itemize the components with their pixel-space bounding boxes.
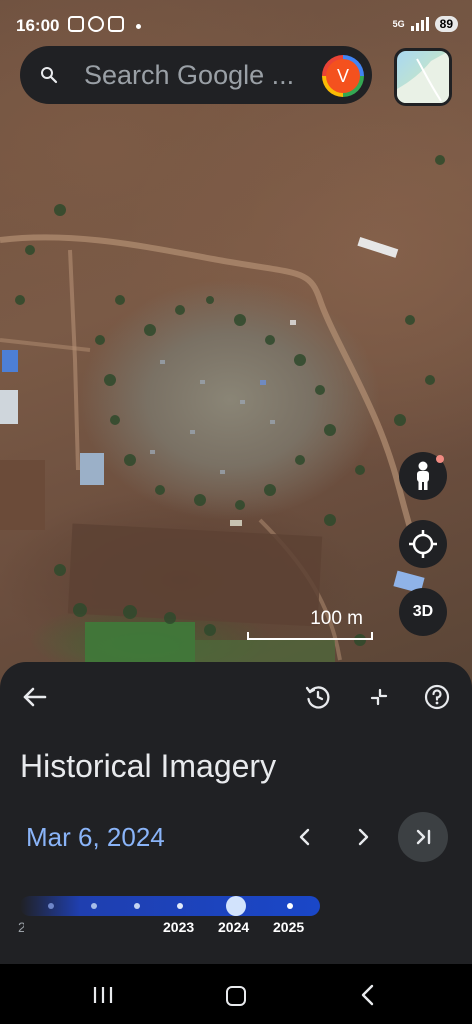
scale-bar — [247, 632, 373, 640]
imagery-date: Mar 6, 2024 — [26, 822, 165, 852]
back-arrow-icon[interactable] — [20, 682, 50, 712]
timeline-slider[interactable] — [20, 896, 320, 916]
notification-dot — [436, 455, 444, 463]
search-icon — [41, 67, 58, 84]
my-location-icon — [409, 530, 437, 558]
instagram-icon — [108, 16, 124, 32]
sheet-title: Historical Imagery — [20, 748, 277, 784]
skip-to-latest-icon — [416, 829, 431, 845]
back-icon[interactable] — [358, 984, 378, 1006]
chevron-right-icon[interactable] — [350, 824, 376, 850]
network-type: 5G — [392, 18, 405, 29]
recents-icon[interactable] — [92, 986, 114, 1004]
signal-icon — [410, 17, 429, 31]
screenshot-icon — [68, 16, 84, 32]
home-icon[interactable] — [226, 986, 246, 1006]
layers-icon — [397, 51, 449, 103]
avatar-letter: V — [326, 59, 360, 93]
timeline-tick — [287, 903, 293, 909]
my-location-button[interactable] — [399, 520, 447, 568]
collapse-icon[interactable] — [366, 684, 392, 710]
year-label-cutoff: 2 — [18, 919, 24, 935]
timeline-tick — [134, 903, 140, 909]
more-notifications-dot — [136, 24, 141, 29]
status-time: 16:00 — [16, 16, 60, 35]
year-label-selected: 2024 — [218, 919, 250, 935]
chevron-left-icon[interactable] — [292, 824, 318, 850]
timeline-knob[interactable] — [226, 896, 246, 916]
year-label: 2023 — [163, 919, 195, 935]
map-scale: 100 m — [247, 608, 373, 640]
notification-icons — [68, 16, 124, 32]
timeline-tick — [48, 903, 54, 909]
street-view-button[interactable] — [399, 452, 447, 500]
account-avatar[interactable]: V — [322, 55, 364, 97]
timeline-tick — [91, 903, 97, 909]
search-bar[interactable]: Search Google ... V — [20, 46, 372, 104]
map-type-button[interactable] — [394, 48, 452, 106]
historical-imagery-sheet: Historical Imagery Mar 6, 2024 2 2023 20… — [0, 662, 472, 964]
help-icon[interactable] — [424, 684, 450, 710]
battery-level: 89 — [434, 16, 458, 32]
pegman-icon — [417, 461, 429, 490]
system-nav-bar — [0, 964, 472, 1024]
search-input[interactable]: Search Google ... — [84, 60, 294, 91]
skip-to-latest-button[interactable] — [398, 812, 448, 862]
history-icon[interactable] — [305, 684, 331, 710]
status-bar: 16:00 5G 89 — [0, 0, 472, 46]
timeline-tick — [177, 903, 183, 909]
year-label: 2025 — [273, 919, 305, 935]
3d-toggle-button[interactable]: 3D — [399, 588, 447, 636]
whatsapp-icon — [88, 16, 104, 32]
system-indicators: 5G 89 — [393, 16, 458, 32]
scale-label: 100 m — [310, 608, 363, 629]
